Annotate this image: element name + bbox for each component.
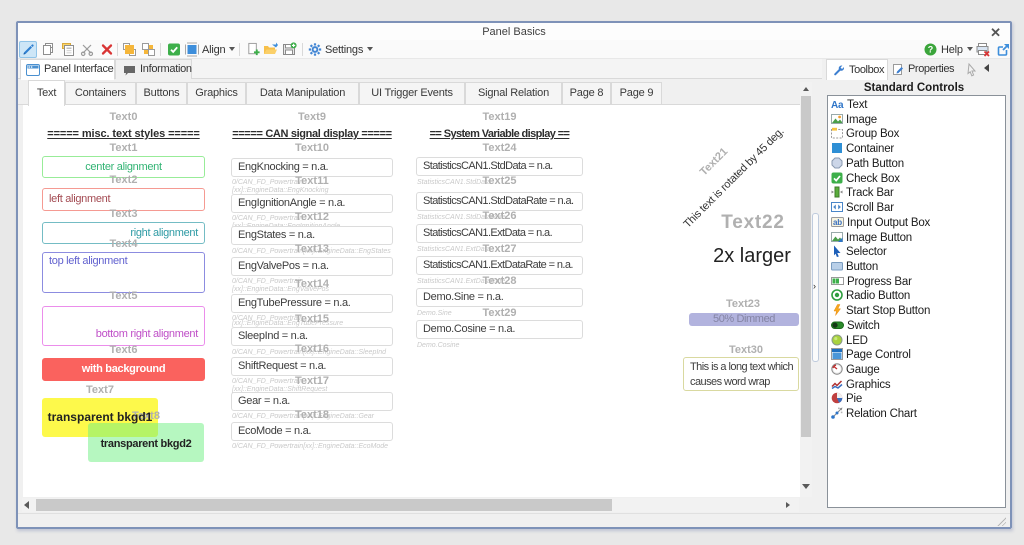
svg-text:?: ?: [928, 45, 934, 55]
svg-text:ab: ab: [833, 218, 842, 227]
svg-text:Aa: Aa: [831, 100, 844, 110]
